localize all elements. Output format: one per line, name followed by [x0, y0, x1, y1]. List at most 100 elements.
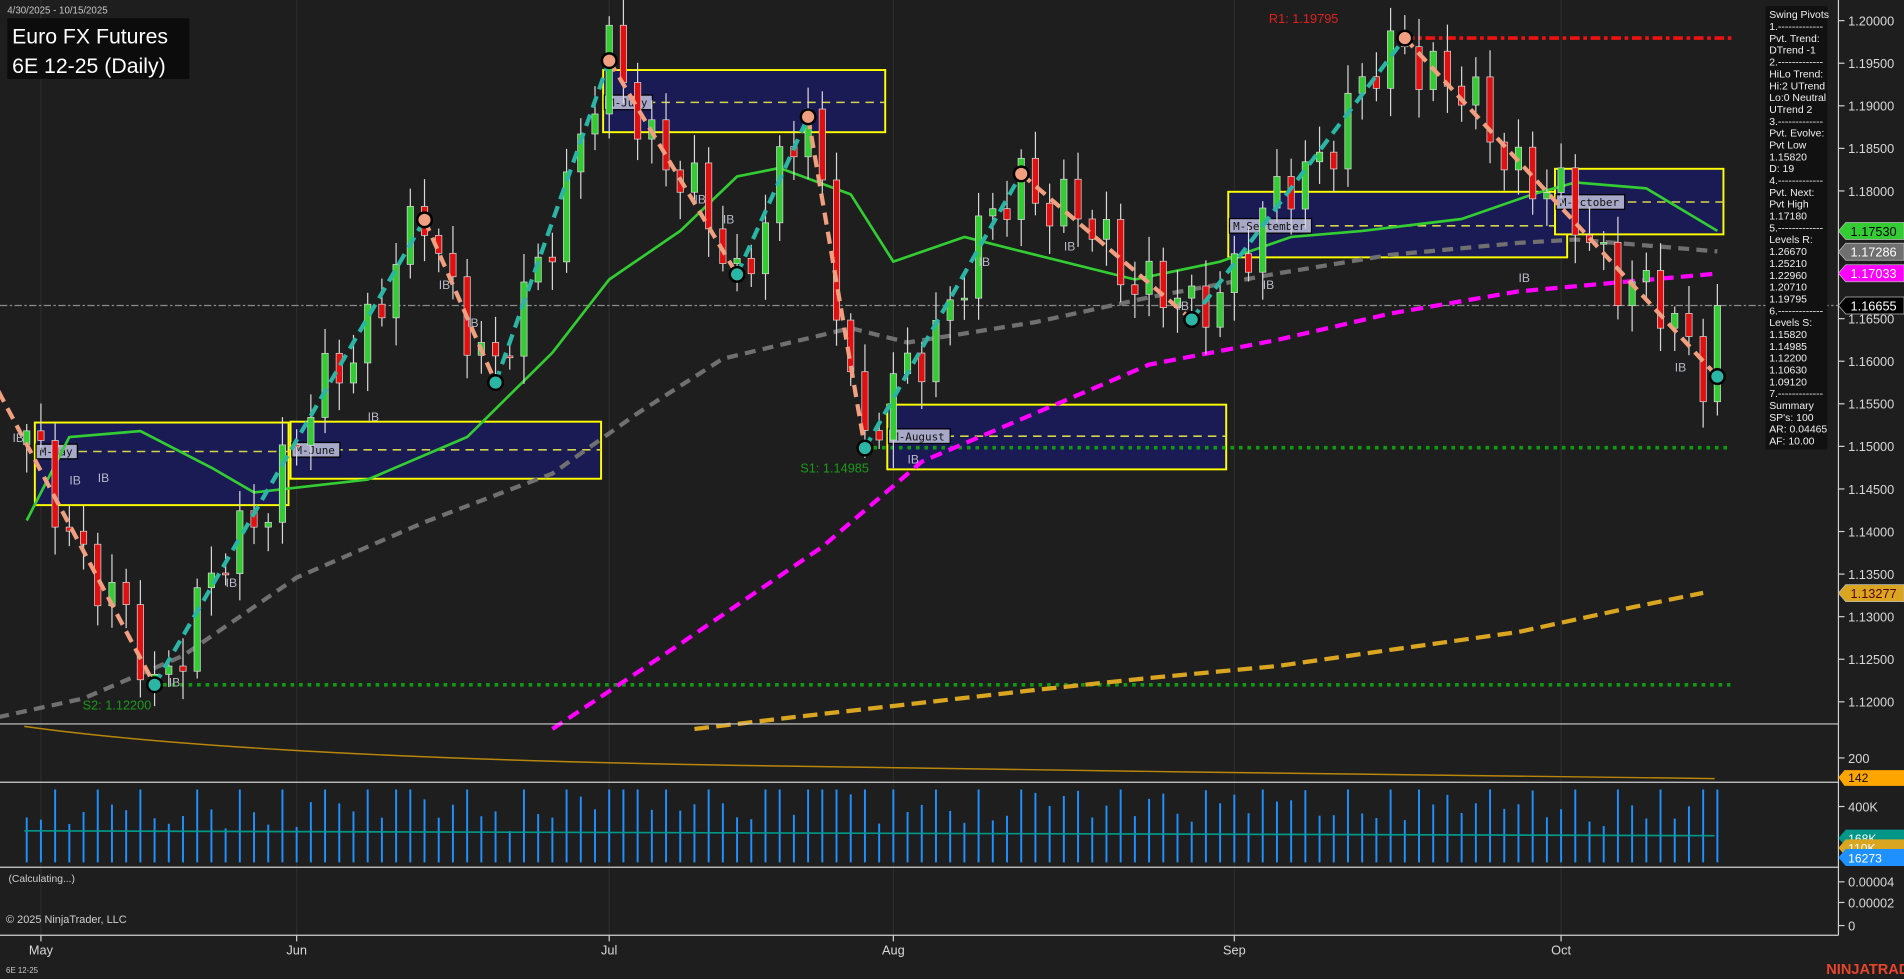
swing-pivots-line: 1.19795 — [1769, 294, 1807, 305]
candle-up — [279, 445, 285, 522]
swing-pivots-line: DTrend -1 — [1769, 46, 1816, 57]
swing-pivots-line: UTrend 2 — [1769, 105, 1812, 116]
ninjatrader-logo: NINJATRADER — [1826, 962, 1904, 978]
swing-pivots-line: AR: 0.04465 — [1769, 425, 1827, 436]
swing-pivots-line: Pvt High — [1769, 200, 1809, 211]
candle-down — [492, 342, 498, 355]
swing-pivots-line: D: 19 — [1769, 164, 1794, 175]
value-area-box — [35, 423, 289, 506]
month-label: May — [29, 943, 54, 958]
s1-label: S1: 1.14985 — [800, 460, 869, 475]
s2-label: S2: 1.12200 — [83, 697, 152, 712]
swing-pivots-line: 1.26670 — [1769, 247, 1807, 258]
candle-down — [1118, 219, 1124, 284]
candle-up — [1643, 270, 1649, 281]
candle-down — [1075, 179, 1081, 219]
candle-down — [1032, 158, 1038, 203]
ib-label: IB — [368, 410, 379, 424]
candle-up — [1260, 208, 1266, 272]
candle-down — [848, 320, 854, 372]
candle-up — [1146, 261, 1152, 294]
price-marker-value: 1.17530 — [1851, 224, 1897, 239]
candle-down — [95, 544, 101, 606]
swing-low-marker — [1184, 312, 1199, 327]
candle-up — [1103, 219, 1109, 239]
candle-down — [1004, 209, 1010, 220]
price-tick-label: 1.13000 — [1848, 610, 1894, 625]
value-area-label: M-June — [295, 444, 334, 457]
value-area-label: M-August — [892, 430, 945, 443]
candle-down — [862, 372, 868, 431]
swing-high-marker — [801, 110, 816, 125]
swing-low-marker — [858, 441, 873, 456]
candle-up — [1714, 305, 1720, 401]
candle-up — [1359, 77, 1365, 94]
value-area-label: M-July — [608, 97, 648, 110]
swing-high-marker — [602, 53, 617, 68]
swing-pivots-line: Levels R: — [1769, 235, 1813, 246]
candle-up — [1387, 31, 1393, 88]
candle-up — [1302, 162, 1308, 209]
swing-pivots-line: Summary — [1769, 401, 1814, 412]
volume-tick: 400K — [1848, 799, 1878, 814]
candle-down — [1686, 313, 1692, 336]
candle-down — [507, 356, 513, 358]
swing-pivots-line: 1.12200 — [1769, 354, 1807, 365]
swing-pivots-line: 1.20710 — [1769, 283, 1807, 294]
candle-up — [1231, 254, 1237, 293]
swing-pivots-line: Hi:2 UTrend — [1769, 81, 1825, 92]
candle-up — [521, 282, 527, 356]
ib-label: IB — [467, 316, 478, 330]
candle-up — [1473, 77, 1479, 105]
swing-pivots-line: 6.------------- — [1769, 306, 1823, 317]
swing-low-marker — [730, 267, 745, 282]
candle-down — [80, 531, 86, 544]
swing-pivots-line: 1.09120 — [1769, 377, 1807, 388]
month-label: Aug — [882, 943, 905, 958]
swing-pivots-line: SP's: 100 — [1769, 413, 1814, 424]
date-range: 4/30/2025 - 10/15/2025 — [7, 5, 107, 16]
swing-pivots-line: AF: 10.00 — [1769, 437, 1814, 448]
candle-up — [265, 522, 271, 527]
ib-label: IB — [1064, 240, 1075, 254]
price-marker-value: 1.13277 — [1851, 586, 1897, 601]
price-tick-label: 1.12000 — [1848, 695, 1894, 710]
candle-up — [563, 172, 569, 262]
candle-up — [407, 206, 413, 264]
price-marker-value: 1.16655 — [1851, 298, 1897, 313]
candle-down — [180, 666, 186, 671]
candle-down — [123, 582, 129, 604]
month-label: Oct — [1551, 943, 1571, 958]
swing-pivots-line: 1.------------- — [1769, 22, 1823, 33]
swing-low-marker — [488, 375, 503, 390]
ib-label: IB — [13, 431, 24, 445]
price-tick-label: 1.12500 — [1848, 652, 1894, 667]
price-tick-label: 1.19000 — [1848, 99, 1894, 114]
price-tick-label: 1.14000 — [1848, 524, 1894, 539]
price-marker-value: 1.17033 — [1851, 266, 1897, 281]
swing-pivots-line: 2.------------- — [1769, 58, 1823, 69]
swing-pivots-line: Lo:0 Neutral — [1769, 93, 1826, 104]
candle-up — [194, 588, 200, 672]
swing-pivots-line: Pvt Low — [1769, 140, 1807, 151]
swing-pivots-line: 1.15820 — [1769, 330, 1807, 341]
candle-down — [549, 257, 555, 262]
candle-up — [322, 353, 328, 417]
candle-down — [1657, 270, 1663, 328]
candle-up — [1544, 193, 1550, 199]
candle-up — [1061, 179, 1067, 226]
ib-label: IB — [169, 675, 180, 689]
candle-down — [876, 430, 882, 440]
price-tick-label: 1.18500 — [1848, 141, 1894, 156]
ib-label: IB — [69, 474, 80, 488]
panel4-tick: 0 — [1848, 918, 1855, 933]
price-tick-label: 1.13500 — [1848, 567, 1894, 582]
ib-label: IB — [979, 255, 990, 269]
candle-down — [222, 573, 228, 575]
candle-up — [1345, 93, 1351, 169]
swing-pivots-line: 1.15820 — [1769, 152, 1807, 163]
chart-canvas[interactable]: M-MayM-JuneM-JulyM-AugustM-SeptemberM-Oc… — [0, 0, 1904, 979]
candle-up — [1558, 168, 1564, 193]
candle-up — [1189, 286, 1195, 298]
swing-pivots-line: 5.------------- — [1769, 223, 1823, 234]
